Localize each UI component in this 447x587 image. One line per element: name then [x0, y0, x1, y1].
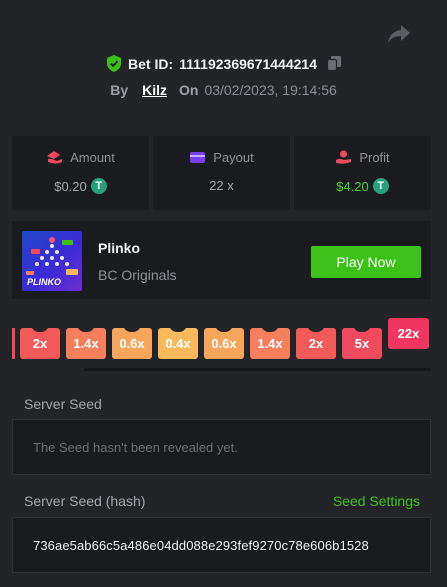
amount-icon	[47, 151, 63, 164]
seed-settings-link[interactable]: Seed Settings	[333, 493, 420, 509]
by-label: By	[110, 82, 129, 98]
bet-stats: Amount $0.20 T Payout 22 x Profit $4.20 …	[12, 136, 431, 210]
server-seed-hash-field[interactable]: 736ae5ab66c5a486e04dd088e293fef9270c78e6…	[12, 517, 431, 573]
profit-icon	[336, 150, 352, 164]
usdt-coin-icon: T	[372, 178, 389, 194]
on-label: On	[179, 82, 199, 98]
stat-payout-label: Payout	[213, 150, 254, 165]
stat-payout-value: 22 x	[209, 178, 234, 193]
multiplier-slot: 0.4x	[158, 324, 198, 359]
stat-profit-label: Profit	[359, 150, 390, 165]
game-name: Plinko	[98, 240, 141, 256]
verified-shield-icon	[107, 55, 122, 72]
payout-card-icon	[190, 152, 206, 163]
multiplier-slot: 1.4x	[66, 324, 106, 359]
game-card: PLINKO Plinko BC Originals Play Now	[12, 221, 431, 299]
stat-profit-value: $4.20	[336, 178, 369, 194]
plinko-thumb-label: PLINKO	[27, 277, 62, 287]
copy-icon[interactable]	[326, 56, 341, 71]
multiplier-track	[84, 368, 431, 371]
multiplier-slot: 5x	[342, 324, 382, 359]
share-icon[interactable]	[387, 24, 411, 44]
stat-amount-value: $0.20	[54, 178, 87, 194]
bet-id-value: 111192369671444214	[179, 55, 317, 72]
server-seed-field: The Seed hasn't been revealed yet.	[12, 419, 431, 475]
multiplier-slot: 0.6x	[204, 324, 244, 359]
game-provider: BC Originals	[98, 267, 177, 283]
stat-amount-label: Amount	[70, 150, 115, 165]
user-link[interactable]: Kilz	[142, 82, 167, 98]
stat-payout: Payout 22 x	[153, 136, 290, 210]
server-seed-label: Server Seed	[24, 396, 102, 412]
multiplier-slot: 0.6x	[112, 324, 152, 359]
multiplier-row: 2x 1.4x 0.6x 0.4x 0.6x 1.4x 2x 5x 22x	[0, 318, 447, 374]
stat-amount: Amount $0.20 T	[12, 136, 149, 210]
multiplier-slot: 2x	[296, 324, 336, 359]
multiplier-slot: 2x	[20, 324, 60, 359]
bet-author-row: By Kilz On 03/02/2023, 19:14:56	[0, 82, 447, 98]
multiplier-slot-hit: 22x	[388, 318, 429, 349]
bet-date: 03/02/2023, 19:14:56	[204, 82, 337, 98]
usdt-coin-icon: T	[90, 178, 107, 194]
stat-profit: Profit $4.20 T	[294, 136, 431, 210]
play-now-button[interactable]: Play Now	[311, 246, 421, 278]
plinko-thumbnail[interactable]: PLINKO	[22, 231, 82, 291]
bet-id-label: Bet ID:	[128, 55, 174, 72]
multiplier-edge	[12, 328, 15, 359]
bet-id-row: Bet ID: 111192369671444214	[0, 55, 447, 72]
multiplier-slot: 1.4x	[250, 324, 290, 359]
server-seed-hash-label: Server Seed (hash)	[24, 493, 146, 509]
